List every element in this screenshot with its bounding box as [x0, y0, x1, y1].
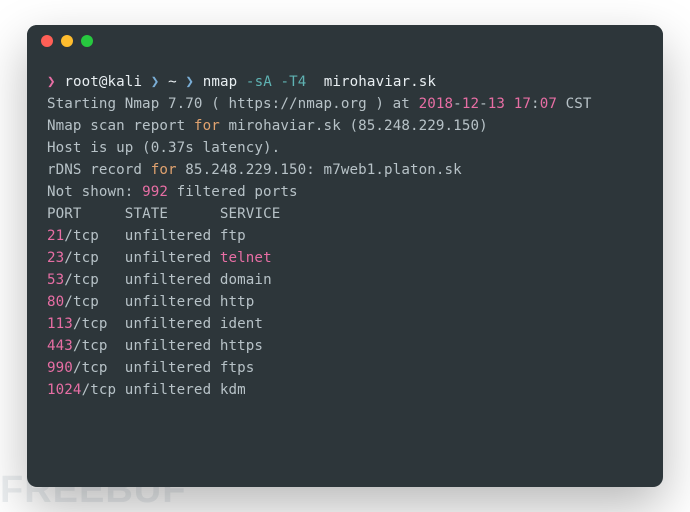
port-number: 21 [47, 228, 64, 244]
prompt-user-host: root@kali [64, 74, 142, 90]
port-number: 53 [47, 272, 64, 288]
command-target: mirohaviar.sk [324, 74, 436, 90]
prompt-arrow-icon: ❯ [47, 74, 56, 90]
table-row: 21/tcp unfiltered ftp [47, 228, 246, 244]
table-row: 990/tcp unfiltered ftps [47, 360, 254, 376]
table-row: 443/tcp unfiltered https [47, 338, 263, 354]
terminal-window: ❯ root@kali ❯ ~ ❯ nmap -sA -T4 mirohavia… [27, 25, 663, 487]
command-name: nmap [203, 74, 238, 90]
terminal-body[interactable]: ❯ root@kali ❯ ~ ❯ nmap -sA -T4 mirohavia… [27, 57, 663, 415]
prompt-cwd: ~ [168, 74, 177, 90]
port-state: unfiltered [125, 228, 211, 244]
port-proto: /tcp [73, 360, 125, 376]
port-service: telnet [211, 250, 272, 266]
table-row: 113/tcp unfiltered ident [47, 316, 263, 332]
table-row: 53/tcp unfiltered domain [47, 272, 272, 288]
port-state: unfiltered [125, 250, 211, 266]
port-proto: /tcp [73, 316, 125, 332]
port-number: 990 [47, 360, 73, 376]
port-proto: /tcp [64, 228, 125, 244]
port-state: unfiltered [125, 294, 211, 310]
table-row: 80/tcp unfiltered http [47, 294, 254, 310]
maximize-icon[interactable] [81, 35, 93, 47]
output-line-rdns: rDNS record for 85.248.229.150: m7web1.p… [47, 162, 462, 178]
minimize-icon[interactable] [61, 35, 73, 47]
output-ports-table: 21/tcp unfiltered ftp 23/tcp unfiltered … [47, 225, 643, 401]
port-state: unfiltered [125, 360, 211, 376]
port-proto: /tcp [82, 382, 125, 398]
port-number: 443 [47, 338, 73, 354]
close-icon[interactable] [41, 35, 53, 47]
table-row: 1024/tcp unfiltered kdm [47, 382, 246, 398]
port-service: ftp [211, 228, 246, 244]
port-proto: /tcp [64, 250, 125, 266]
port-number: 113 [47, 316, 73, 332]
table-row: 23/tcp unfiltered telnet [47, 250, 272, 266]
port-state: unfiltered [125, 338, 211, 354]
output-line-host-up: Host is up (0.37s latency). [47, 140, 280, 156]
window-titlebar [27, 25, 663, 57]
port-service: ident [211, 316, 263, 332]
port-proto: /tcp [64, 294, 125, 310]
port-service: ftps [211, 360, 254, 376]
port-number: 23 [47, 250, 64, 266]
output-line-scan-report: Nmap scan report for mirohaviar.sk (85.2… [47, 118, 488, 134]
port-number: 1024 [47, 382, 82, 398]
port-state: unfiltered [125, 382, 211, 398]
port-number: 80 [47, 294, 64, 310]
prompt-separator-icon: ❯ [185, 74, 194, 90]
output-line-not-shown: Not shown: 992 filtered ports [47, 184, 298, 200]
output-header: PORT STATE SERVICE [47, 206, 280, 222]
port-service: https [211, 338, 263, 354]
command-flags: -sA -T4 [246, 74, 307, 90]
port-state: unfiltered [125, 316, 211, 332]
port-proto: /tcp [64, 272, 125, 288]
port-state: unfiltered [125, 272, 211, 288]
port-service: kdm [211, 382, 246, 398]
port-proto: /tcp [73, 338, 125, 354]
prompt-line: ❯ root@kali ❯ ~ ❯ nmap -sA -T4 mirohavia… [47, 74, 436, 90]
output-line-starting: Starting Nmap 7.70 ( https://nmap.org ) … [47, 96, 592, 112]
port-service: domain [211, 272, 272, 288]
port-service: http [211, 294, 254, 310]
